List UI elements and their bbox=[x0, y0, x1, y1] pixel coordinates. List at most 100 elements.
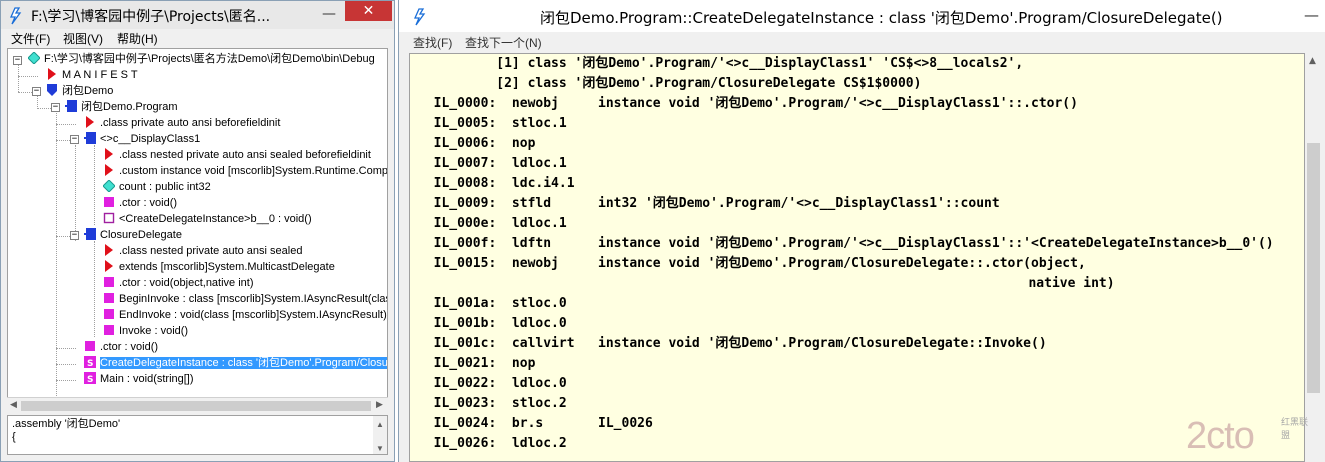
tree-node-root-path[interactable]: F:\学习\博客园中例子\Projects\匿名方法Demo\闭包Demo\bi… bbox=[28, 51, 375, 67]
triangle-red-icon bbox=[105, 244, 113, 256]
tree-node-displayclass[interactable]: <>c__DisplayClass1 bbox=[84, 131, 200, 147]
scroll-left-arrow-icon[interactable]: ◀ bbox=[10, 400, 17, 410]
il-code-view[interactable]: [1] class '闭包Demo'.Program/'<>c__Display… bbox=[409, 53, 1305, 462]
scroll-up-arrow-icon[interactable]: ▲ bbox=[1309, 56, 1316, 66]
expand-toggle[interactable]: − bbox=[51, 103, 60, 112]
triangle-red-icon bbox=[105, 148, 113, 160]
method-magenta-icon bbox=[104, 309, 114, 319]
tree-node-count-field[interactable]: count : public int32 bbox=[103, 179, 211, 195]
tree-node-assembly[interactable]: 闭包Demo bbox=[46, 83, 113, 99]
info-pane-scrollbar[interactable]: ▲ ▼ bbox=[373, 416, 387, 454]
menu-help[interactable]: 帮助(H) bbox=[117, 30, 158, 47]
tree-node-delegate-ctor[interactable]: .ctor : void(object,native int) bbox=[103, 275, 254, 291]
expand-toggle[interactable]: − bbox=[70, 231, 79, 240]
expand-toggle[interactable]: − bbox=[70, 135, 79, 144]
tree-node-program-ctor[interactable]: .ctor : void() bbox=[84, 339, 158, 355]
scrollbar-thumb[interactable] bbox=[1307, 143, 1320, 393]
tree-node-nested-decl[interactable]: .class nested private auto ansi sealed b… bbox=[103, 147, 371, 163]
tree-node-endinvoke[interactable]: EndInvoke : void(class [mscorlib]System.… bbox=[103, 307, 387, 323]
il-code-line: IL_0005: stloc.1 bbox=[418, 116, 567, 131]
tree-node-delegate-decl[interactable]: .class nested private auto ansi sealed bbox=[103, 243, 302, 259]
il-code-line: IL_0023: stloc.2 bbox=[418, 396, 567, 411]
triangle-red-icon bbox=[105, 164, 113, 176]
code-vertical-scrollbar[interactable]: ▲ bbox=[1305, 53, 1322, 462]
left-minimize-button[interactable]: — bbox=[320, 7, 338, 23]
tree-node-extends[interactable]: extends [mscorlib]System.MulticastDelega… bbox=[103, 259, 335, 275]
triangle-red-icon bbox=[48, 68, 56, 80]
watermark-logo: 2cto 红黑联盟 bbox=[1186, 413, 1316, 458]
svg-text:S: S bbox=[87, 375, 93, 384]
tree-node-label: .custom instance void [mscorlib]System.R… bbox=[119, 165, 388, 177]
static-method-icon: S bbox=[84, 372, 96, 384]
tree-node-label: 闭包Demo bbox=[62, 85, 114, 97]
il-code-line: IL_0022: ldloc.0 bbox=[418, 376, 567, 391]
tree-node-ctor[interactable]: .ctor : void() bbox=[103, 195, 177, 211]
metadata-tree[interactable]: − − − − − F:\学习\博客园中例子\Projects\匿名方法Demo… bbox=[7, 48, 388, 411]
scroll-up-arrow-icon[interactable]: ▲ bbox=[376, 418, 384, 431]
tree-node-main[interactable]: S Main : void(string[]) bbox=[84, 371, 194, 387]
right-title-bar[interactable]: 闭包Demo.Program::CreateDelegateInstance :… bbox=[399, 0, 1325, 32]
ildasm-app-icon bbox=[413, 8, 426, 26]
left-close-button[interactable]: ✕ bbox=[345, 1, 392, 21]
il-code-line: IL_001b: ldloc.0 bbox=[418, 316, 567, 331]
il-code-line: IL_0000: newobj instance void '闭包Demo'.P… bbox=[418, 96, 1078, 111]
il-code-line: IL_001a: stloc.0 bbox=[418, 296, 567, 311]
tree-node-class-decl[interactable]: .class private auto ansi beforefieldinit bbox=[84, 115, 280, 131]
triangle-red-icon bbox=[86, 116, 94, 128]
ildasm-app-icon bbox=[9, 7, 22, 25]
il-code-line: IL_000f: ldftn instance void '闭包Demo'.Pr… bbox=[418, 236, 1274, 251]
tree-node-label: BeginInvoke : class [mscorlib]System.IAs… bbox=[119, 293, 388, 305]
il-code-line: IL_0007: ldloc.1 bbox=[418, 156, 567, 171]
scrollbar-thumb[interactable] bbox=[21, 401, 371, 411]
diamond-cyan-icon bbox=[103, 180, 115, 192]
diamond-cyan-icon bbox=[28, 52, 40, 64]
method-magenta-icon bbox=[104, 325, 114, 335]
method-magenta-icon bbox=[104, 277, 114, 287]
il-code-line: IL_0021: nop bbox=[418, 356, 536, 371]
left-title-bar[interactable]: F:\学习\博客园中例子\Projects\匿名... — ✕ bbox=[1, 1, 394, 29]
scroll-right-arrow-icon[interactable]: ▶ bbox=[376, 400, 383, 410]
tree-node-custom-attr[interactable]: .custom instance void [mscorlib]System.R… bbox=[103, 163, 388, 179]
il-view-window: 闭包Demo.Program::CreateDelegateInstance :… bbox=[398, 0, 1325, 462]
tree-node-label-selected: CreateDelegateInstance : class '闭包Demo'.… bbox=[100, 357, 387, 369]
info-line: .assembly '闭包Demo' bbox=[12, 418, 121, 430]
menu-file[interactable]: 文件(F) bbox=[11, 30, 50, 47]
il-code-line: [1] class '闭包Demo'.Program/'<>c__Display… bbox=[418, 56, 1024, 71]
tree-node-invoke[interactable]: Invoke : void() bbox=[103, 323, 188, 339]
right-menu-bar: 查找(F) 查找下一个(N) bbox=[399, 32, 1325, 52]
tree-node-label: .ctor : void() bbox=[119, 197, 178, 209]
tree-node-begininvoke[interactable]: BeginInvoke : class [mscorlib]System.IAs… bbox=[103, 291, 388, 307]
tree-node-createdelegateinstance[interactable]: S CreateDelegateInstance : class '闭包Demo'… bbox=[84, 355, 387, 371]
method-magenta-icon bbox=[104, 197, 114, 207]
expand-toggle[interactable]: − bbox=[32, 87, 41, 96]
tree-node-label: M A N I F E S T bbox=[62, 69, 138, 81]
class-blue-icon bbox=[84, 228, 96, 240]
tree-node-label: .class nested private auto ansi sealed bbox=[119, 245, 303, 257]
expand-toggle[interactable]: − bbox=[13, 56, 22, 65]
il-code-line: IL_000e: ldloc.1 bbox=[418, 216, 567, 231]
triangle-red-icon bbox=[105, 260, 113, 272]
tree-node-program-class[interactable]: 闭包Demo.Program bbox=[65, 99, 178, 115]
tree-node-closuredelegate[interactable]: ClosureDelegate bbox=[84, 227, 182, 243]
tree-horizontal-scrollbar[interactable]: ◀ ▶ bbox=[7, 397, 388, 413]
class-blue-icon bbox=[84, 132, 96, 144]
tree-node-b0-method[interactable]: <CreateDelegateInstance>b__0 : void() bbox=[103, 211, 312, 227]
method-magenta-icon bbox=[104, 293, 114, 303]
svg-text:S: S bbox=[87, 359, 93, 368]
menu-find[interactable]: 查找(F) bbox=[413, 34, 452, 51]
watermark-sub: 红黑联盟 bbox=[1281, 418, 1309, 441]
tree-node-label: Invoke : void() bbox=[119, 325, 189, 337]
scroll-down-arrow-icon[interactable]: ▼ bbox=[376, 442, 384, 455]
assembly-info-pane[interactable]: .assembly '闭包Demo' { ▲ ▼ bbox=[7, 415, 388, 455]
method-outline-icon bbox=[103, 212, 115, 224]
tree-node-manifest[interactable]: M A N I F E S T bbox=[46, 67, 138, 83]
tree-node-label: count : public int32 bbox=[119, 181, 211, 193]
menu-view[interactable]: 视图(V) bbox=[63, 30, 103, 47]
il-code-line: IL_0015: newobj instance void '闭包Demo'.P… bbox=[418, 256, 1086, 271]
tree-node-label: .ctor : void(object,native int) bbox=[119, 277, 254, 289]
class-blue-icon bbox=[65, 100, 77, 112]
right-minimize-button[interactable]: — bbox=[1304, 8, 1322, 24]
menu-find-next[interactable]: 查找下一个(N) bbox=[465, 34, 542, 51]
tree-node-label: .ctor : void() bbox=[100, 341, 159, 353]
tree-node-label: <CreateDelegateInstance>b__0 : void() bbox=[119, 213, 312, 225]
